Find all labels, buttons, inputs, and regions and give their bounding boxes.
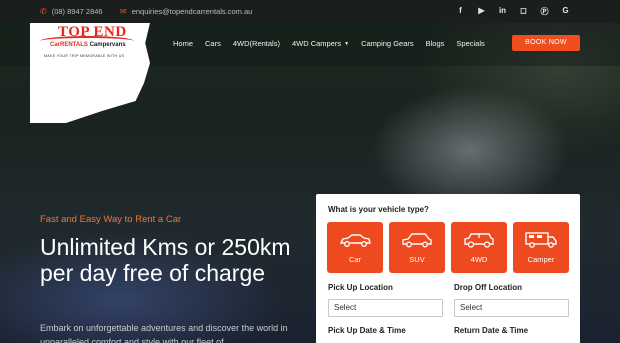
top-bar: ✆ (08) 8947 2846 ✉ enquiries@topendcarre… <box>0 0 620 23</box>
logo-brand: TOP END <box>58 24 127 40</box>
booking-card: What is your vehicle type? Car SUV 4WD C… <box>316 194 580 343</box>
pinterest-icon[interactable]: Ⓟ <box>534 6 555 17</box>
facebook-icon[interactable]: f <box>450 6 471 17</box>
pickup-datetime-label: Pick Up Date & Time <box>328 326 406 335</box>
youtube-icon[interactable]: ▶ <box>471 6 492 17</box>
dropoff-location-label: Drop Off Location <box>454 283 522 292</box>
dropoff-location-select[interactable]: Select <box>454 299 569 317</box>
hero-tagline: Fast and Easy Way to Rent a Car <box>40 214 182 225</box>
camper-icon <box>525 231 557 248</box>
pickup-location-label: Pick Up Location <box>328 283 393 292</box>
main-menu: Home Cars 4WD(Rentals) 4WD Campers ▼ Camp… <box>173 39 497 48</box>
nav-camping-gears[interactable]: Camping Gears <box>361 39 414 48</box>
vehicle-option-suv[interactable]: SUV <box>389 222 445 273</box>
vehicle-option-camper[interactable]: Camper <box>513 222 569 273</box>
nav-cars[interactable]: Cars <box>205 39 221 48</box>
vehicle-type-options: Car SUV 4WD Camper <box>327 222 569 273</box>
car-icon <box>339 233 371 247</box>
linkedin-icon[interactable]: in <box>492 6 513 17</box>
instagram-icon[interactable]: ◻ <box>513 6 534 17</box>
suv-icon <box>402 232 432 247</box>
return-datetime-label: Return Date & Time <box>454 326 529 335</box>
email-address[interactable]: enquiries@topendcarrentals.com.au <box>132 7 253 16</box>
vehicle-option-4wd[interactable]: 4WD <box>451 222 507 273</box>
envelope-icon: ✉ <box>120 7 127 16</box>
book-now-button[interactable]: BOOK NOW <box>512 35 580 51</box>
logo-tagline: MAKE YOUR TRIP MEMORABLE WITH US <box>44 54 125 58</box>
nav-4wd-campers[interactable]: 4WD Campers ▼ <box>292 39 349 48</box>
phone-contact[interactable]: ✆ (08) 8947 2846 <box>40 7 103 16</box>
social-links: f ▶ in ◻ Ⓟ G <box>450 6 576 17</box>
phone-icon: ✆ <box>40 7 47 16</box>
phone-number[interactable]: (08) 8947 2846 <box>52 7 103 16</box>
pickup-location-select[interactable]: Select <box>328 299 443 317</box>
nav-blogs[interactable]: Blogs <box>426 39 445 48</box>
hero-title: Unlimited Kms or 250km per day free of c… <box>40 234 291 286</box>
nav-specials[interactable]: Specials <box>456 39 484 48</box>
logo[interactable]: TOP END CarRENTALS Campervans MAKE YOUR … <box>38 24 138 64</box>
google-icon[interactable]: G <box>555 6 576 17</box>
vehicle-option-car[interactable]: Car <box>327 222 383 273</box>
hero-description: Embark on unforgettable adventures and d… <box>40 323 288 343</box>
nav-4wd-rentals[interactable]: 4WD(Rentals) <box>233 39 280 48</box>
email-contact[interactable]: ✉ enquiries@topendcarrentals.com.au <box>120 7 252 16</box>
chevron-down-icon: ▼ <box>344 40 350 47</box>
4wd-icon <box>464 232 494 248</box>
nav-home[interactable]: Home <box>173 39 193 48</box>
logo-subtitle: CarRENTALS Campervans <box>50 42 126 48</box>
vehicle-type-question: What is your vehicle type? <box>328 205 429 214</box>
